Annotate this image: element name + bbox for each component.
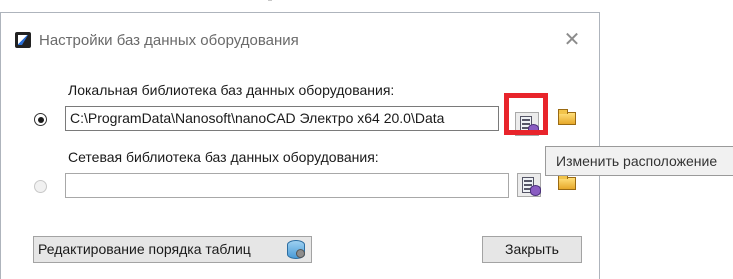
database-settings-dialog: Настройки баз данных оборудования ✕ Лока…: [0, 12, 600, 279]
network-library-radio[interactable]: [34, 180, 47, 193]
folder-open-icon: [558, 109, 576, 125]
close-dialog-button[interactable]: Закрыть: [482, 236, 582, 263]
edit-table-order-button[interactable]: Редактирование порядка таблиц: [33, 236, 312, 263]
local-browse-folder-button[interactable]: [554, 105, 578, 129]
local-library-label: Локальная библиотека баз данных оборудов…: [68, 82, 395, 98]
network-change-location-button[interactable]: [517, 173, 541, 197]
title-bar: Настройки баз данных оборудования ✕: [1, 13, 599, 59]
highlight-box: [504, 93, 548, 135]
database-tables-icon: [287, 240, 305, 259]
background-artifact: [268, 0, 272, 5]
dialog-title: Настройки баз данных оборудования: [39, 32, 299, 49]
database-edit-icon: [522, 177, 541, 196]
close-icon[interactable]: ✕: [561, 29, 583, 51]
edit-table-order-label: Редактирование порядка таблиц: [38, 241, 251, 257]
tooltip-text: Изменить расположение: [556, 153, 718, 169]
local-library-radio[interactable]: [34, 113, 47, 126]
close-dialog-label: Закрыть: [505, 241, 559, 257]
nanocad-app-icon: [15, 32, 31, 48]
network-library-label: Сетевая библиотека баз данных оборудован…: [68, 149, 379, 165]
change-location-tooltip: Изменить расположение: [545, 146, 733, 176]
folder-open-icon: [558, 174, 576, 190]
network-path-field[interactable]: [65, 173, 509, 198]
local-path-field[interactable]: C:\ProgramData\Nanosoft\nanoCAD Электро …: [65, 106, 499, 131]
